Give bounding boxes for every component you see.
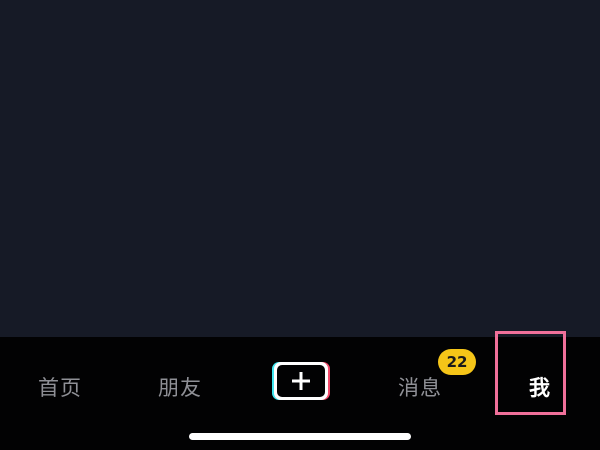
tab-home-label: 首页 [38, 376, 82, 400]
feed-content-area [0, 0, 600, 337]
messages-unread-badge: 22 [438, 349, 476, 375]
tab-friends[interactable]: 朋友 [140, 369, 220, 405]
app-screen: 首页 朋友 消息 22 我 [0, 0, 600, 450]
tab-me[interactable]: 我 [500, 369, 580, 405]
plus-icon [272, 362, 330, 400]
home-indicator[interactable] [189, 433, 411, 440]
create-video-button[interactable] [268, 360, 332, 402]
tab-messages-label: 消息 [398, 376, 442, 400]
tab-me-label: 我 [529, 376, 551, 400]
tab-friends-label: 朋友 [158, 376, 202, 400]
tab-home[interactable]: 首页 [20, 369, 100, 405]
